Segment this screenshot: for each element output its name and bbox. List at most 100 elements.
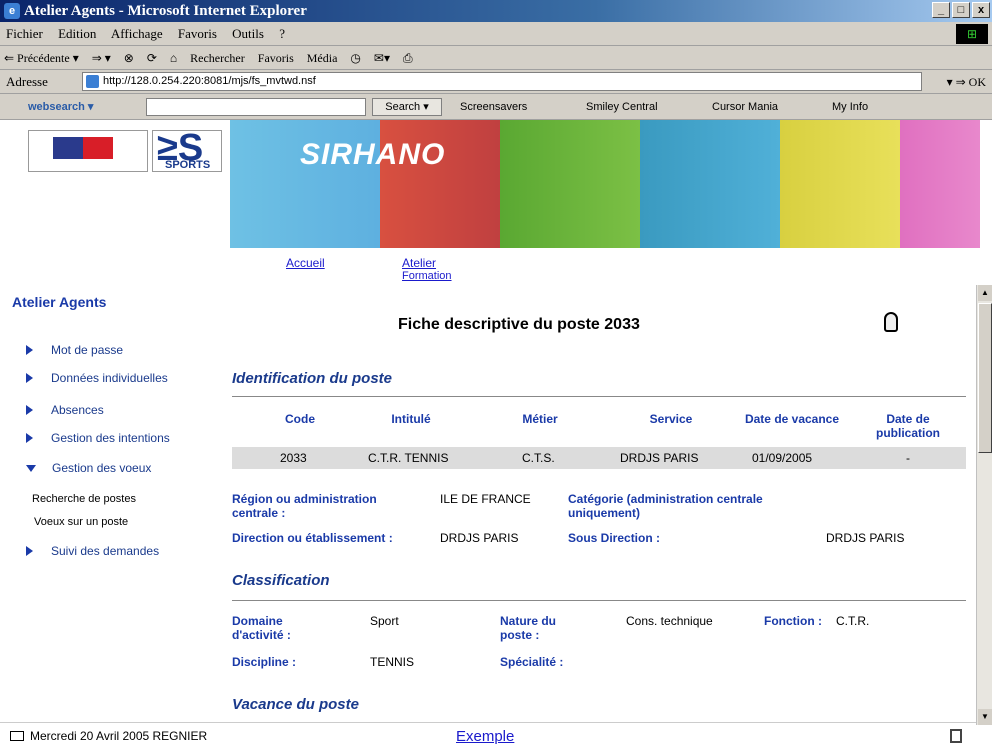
close-button[interactable]: x bbox=[972, 2, 990, 18]
domaine-label: Domaine d'activité : bbox=[232, 614, 291, 642]
toolbar: ⇐ Précédente ▾ ⇒ ▾ ⊗ ⟳ ⌂ Rechercher Favo… bbox=[0, 46, 992, 70]
search-button[interactable]: Rechercher bbox=[190, 51, 245, 65]
websearch-button[interactable]: Search ▾ bbox=[372, 98, 442, 116]
specialite-label: Spécialité : bbox=[500, 655, 564, 669]
minimize-button[interactable]: _ bbox=[932, 2, 950, 18]
sous-direction-value: DRDJS PARIS bbox=[826, 531, 905, 545]
nav-atelier[interactable]: Atelier bbox=[402, 256, 436, 270]
sidebar-item-voeux[interactable]: Gestion des voeux bbox=[26, 461, 151, 475]
sidebar-title: Atelier Agents bbox=[12, 294, 107, 310]
arrow-right-icon bbox=[26, 546, 33, 556]
sidebar-subitem-recherche[interactable]: Recherche de postes bbox=[32, 493, 136, 505]
footer-exemple-link[interactable]: Exemple bbox=[456, 728, 514, 745]
sidebar-item-label: Mot de passe bbox=[51, 343, 124, 357]
sports-logo-text: SPORTS bbox=[165, 159, 211, 171]
sidebar-item-label: Gestion des intentions bbox=[51, 431, 170, 445]
sous-direction-label: Sous Direction : bbox=[568, 531, 661, 545]
address-input[interactable]: http://128.0.254.220:8081/mjs/fs_mvtwd.n… bbox=[82, 72, 922, 91]
smiley-central-link[interactable]: Smiley Central bbox=[586, 94, 658, 120]
windows-logo-icon: ⊞ bbox=[956, 24, 988, 44]
discipline-label: Discipline : bbox=[232, 655, 297, 669]
cell-code: 2033 bbox=[280, 451, 307, 465]
divider bbox=[232, 396, 966, 397]
menu-outils[interactable]: Outils bbox=[232, 26, 264, 41]
sidebar-item-suivi[interactable]: Suivi des demandes bbox=[26, 544, 159, 558]
fonction-label: Fonction : bbox=[764, 614, 822, 628]
sidebar-item-absences[interactable]: Absences bbox=[26, 403, 104, 417]
label-line: poste : bbox=[500, 628, 540, 642]
refresh-icon[interactable]: ⟳ bbox=[147, 51, 157, 65]
menu-edition[interactable]: Edition bbox=[58, 26, 96, 41]
header-intitule: Intitulé bbox=[391, 412, 431, 426]
print-icon[interactable]: ⎙ bbox=[403, 51, 413, 65]
go-label: OK bbox=[968, 75, 986, 89]
mail-icon[interactable]: ✉▾ bbox=[374, 51, 390, 65]
categorie-label: Catégorie (administration centrale unique… bbox=[568, 492, 763, 520]
label-line: uniquement) bbox=[568, 506, 640, 520]
go-button[interactable]: ▾ ⇒ OK bbox=[947, 70, 986, 94]
address-url: http://128.0.254.220:8081/mjs/fs_mvtwd.n… bbox=[103, 75, 316, 87]
identification-heading: Identification du poste bbox=[232, 370, 392, 387]
cell-intitule: C.T.R. TENNIS bbox=[368, 451, 449, 465]
header-service: Service bbox=[649, 412, 693, 426]
exit-icon[interactable] bbox=[950, 729, 962, 743]
history-icon[interactable]: ◷ bbox=[350, 51, 360, 65]
home-icon[interactable]: ⌂ bbox=[170, 51, 177, 65]
sidebar-item-label: Gestion des voeux bbox=[52, 461, 152, 475]
window-titlebar: e Atelier Agents - Microsoft Internet Ex… bbox=[0, 0, 992, 22]
sidebar-item-intentions[interactable]: Gestion des intentions bbox=[26, 431, 170, 445]
sidebar-item-donnees[interactable]: Données individuelles bbox=[26, 371, 168, 385]
scroll-down-icon[interactable]: ▼ bbox=[978, 709, 992, 725]
menu-affichage[interactable]: Affichage bbox=[111, 26, 163, 41]
header-line: publication bbox=[876, 426, 940, 440]
menu-favoris[interactable]: Favoris bbox=[178, 26, 217, 41]
sidebar-subitem-voeux[interactable]: Voeux sur un poste bbox=[34, 516, 128, 528]
screensavers-link[interactable]: Screensavers bbox=[460, 94, 527, 120]
forward-button[interactable]: ⇒ ▾ bbox=[92, 51, 111, 65]
scroll-thumb[interactable] bbox=[978, 303, 992, 453]
sidebar-item-label: Données individuelles bbox=[51, 371, 168, 385]
discipline-value: TENNIS bbox=[370, 655, 415, 669]
help-icon[interactable] bbox=[884, 312, 898, 332]
menu-fichier[interactable]: Fichier bbox=[6, 26, 43, 41]
header-metier: Métier bbox=[522, 412, 558, 426]
cursor-mania-link[interactable]: Cursor Mania bbox=[712, 94, 778, 120]
envelope-icon bbox=[10, 731, 24, 741]
label-line: Domaine bbox=[232, 614, 283, 628]
header-date-publication: Date de publication bbox=[868, 412, 948, 440]
cell-metier: C.T.S. bbox=[522, 451, 555, 465]
nav-accueil[interactable]: Accueil bbox=[286, 256, 325, 270]
arrow-right-icon bbox=[26, 433, 33, 443]
nature-label: Nature du poste : bbox=[500, 614, 556, 642]
sirhano-logo: SIRHANO bbox=[300, 138, 446, 171]
maximize-button[interactable]: □ bbox=[952, 2, 970, 18]
window-title: Atelier Agents - Microsoft Internet Expl… bbox=[24, 3, 307, 19]
scroll-up-icon[interactable]: ▲ bbox=[978, 285, 992, 301]
region-value: ILE DE FRANCE bbox=[440, 492, 531, 506]
websearch-menu[interactable]: websearch ▾ bbox=[28, 94, 93, 120]
arrow-right-icon bbox=[26, 373, 33, 383]
divider bbox=[232, 600, 966, 601]
table-row bbox=[232, 447, 966, 469]
arrow-down-icon bbox=[26, 464, 36, 472]
websearch-input[interactable] bbox=[146, 98, 366, 116]
direction-value: DRDJS PARIS bbox=[440, 531, 519, 545]
sidebar-item-label: Absences bbox=[51, 403, 104, 417]
footer-date: Mercredi 20 Avril 2005 REGNIER bbox=[30, 729, 208, 743]
menu-bar: Fichier Edition Affichage Favoris Outils… bbox=[0, 22, 992, 46]
vertical-scrollbar[interactable]: ▲ ▼ bbox=[976, 285, 992, 725]
media-button[interactable]: Média bbox=[307, 51, 338, 65]
nav-formation[interactable]: Formation bbox=[402, 270, 452, 282]
my-info-link[interactable]: My Info bbox=[832, 94, 868, 120]
arrow-right-icon bbox=[26, 405, 33, 415]
sidebar-item-mot-de-passe[interactable]: Mot de passe bbox=[26, 343, 123, 357]
classification-heading: Classification bbox=[232, 572, 330, 589]
menu-help[interactable]: ? bbox=[279, 26, 285, 41]
sports-logo: ≥S SPORTS bbox=[152, 127, 222, 172]
ie-icon: e bbox=[4, 3, 20, 19]
favorites-button[interactable]: Favoris bbox=[258, 51, 294, 65]
direction-label: Direction ou établissement : bbox=[232, 531, 393, 545]
label-line: d'activité : bbox=[232, 628, 291, 642]
back-button[interactable]: ⇐ Précédente ▾ bbox=[4, 51, 79, 65]
stop-icon[interactable]: ⊗ bbox=[124, 51, 134, 65]
